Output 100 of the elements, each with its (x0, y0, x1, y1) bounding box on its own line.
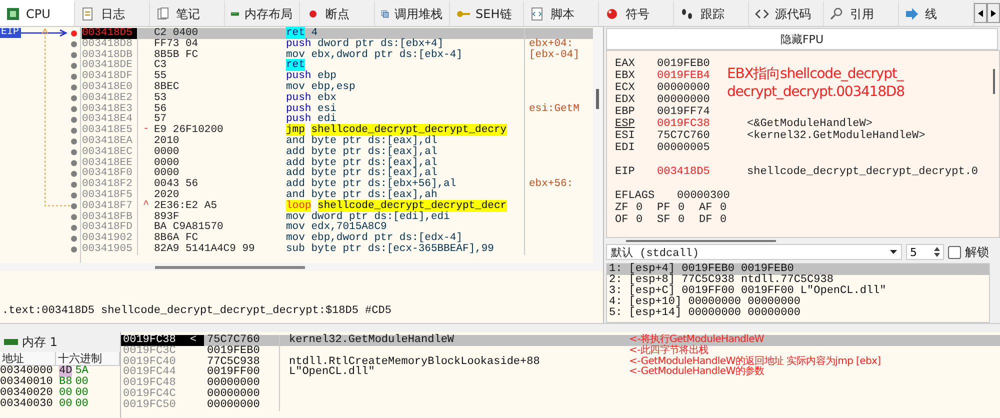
argument-row[interactable]: 2: [esp+8] 77C5C938 ntdll.77C5C938 (607, 275, 989, 286)
disassembly-row[interactable]: 003418E4 57 push edi (81, 114, 593, 126)
register-value[interactable]: 75C7C760 (657, 130, 717, 142)
disassembly-row[interactable]: 003418FB 893F mov dword ptr ds:[edi],edi (81, 212, 593, 222)
stack-row[interactable]: 0019FC48 00000000 (121, 378, 1000, 389)
scrollbar-thumb[interactable] (596, 89, 599, 109)
breakpoint-dot[interactable] (71, 160, 77, 166)
disassembly-row[interactable]: 003418F5 2020 and byte ptr ds:[eax],ah (81, 190, 593, 201)
hide-fpu-button[interactable]: 隐藏FPU (606, 28, 998, 50)
disassembly-row[interactable]: 003418DF 55 push ebp (81, 71, 593, 82)
breakpoint-dot[interactable] (71, 116, 77, 123)
calling-convention-select[interactable]: 默认 (stdcall) (606, 244, 902, 260)
flag-value[interactable]: 0 (720, 214, 741, 226)
stack-row[interactable]: 0019FC3C 0019FEB0 <-此四字节将出栈 (121, 346, 1000, 357)
bytes-text: 2010 (154, 136, 180, 147)
disassembly-row[interactable]: 003418E5 - E9 26F10200 jmp shellcode_decrypt_decrypt_decry (81, 125, 593, 136)
breakpoint-dot[interactable] (71, 236, 77, 242)
tab[interactable]: 断点 (300, 0, 375, 26)
disassembly-row[interactable]: 003418EC 0000 add byte ptr ds:[eax],al (81, 146, 593, 158)
flag-value[interactable]: 0 (678, 202, 699, 214)
register-value[interactable]: 00000005 (657, 142, 717, 154)
argument-count-field[interactable]: 5 (906, 244, 944, 260)
breakpoint-dot[interactable] (71, 41, 77, 48)
register-name: EBP (615, 106, 636, 118)
disassembly-row[interactable]: 003418E3 56 push esi esi:GetM (81, 104, 593, 114)
breakpoint-dot[interactable] (71, 30, 77, 36)
scrollbar-thumb[interactable] (155, 266, 305, 268)
breakpoint-dot[interactable] (71, 74, 77, 80)
disassembly-row[interactable]: 003418D5 C2 0400 ret 4 (81, 28, 593, 39)
disassembly-row[interactable]: 003418F7 ^ 2E36:E2 A5 loop shellcode_decrypt_decrypt_decr (81, 200, 593, 212)
breakpoint-dot[interactable] (71, 170, 77, 177)
disassembly-row[interactable]: 003418DE C3 ret (81, 60, 593, 72)
address-text: 003418E2 (82, 92, 134, 104)
breakpoint-dot[interactable] (71, 214, 77, 220)
tab[interactable]: 调用堆栈 (374, 0, 450, 26)
breakpoint-dot[interactable] (71, 192, 77, 198)
address-text: 00341902 (82, 233, 134, 244)
breakpoint-dot[interactable] (71, 203, 77, 210)
stack-row[interactable]: 0019FC50 00000000 (121, 400, 1000, 411)
disassembly-row[interactable]: 00341902 8B6A FC mov ebp,dword ptr ds:[edx-4] (81, 233, 593, 244)
stack-row[interactable]: 0019FC44 0019FF00 L"OpenCL.dll" <-GetModuleHandleW的参数 (121, 367, 1000, 378)
stack-address: 0019FC38 (121, 335, 190, 346)
argument-row[interactable]: 4: [esp+10] 00000000 00000000 (607, 297, 989, 308)
disassembly-row[interactable]: 003418E0 8BEC mov ebp,esp (81, 82, 593, 93)
scroll-left-button[interactable] (974, 3, 987, 23)
hex-byte: B8 (59, 377, 72, 388)
register-value[interactable]: 0019FF74 (657, 106, 717, 118)
scrollbar-thumb[interactable] (993, 69, 995, 94)
breakpoint-dot[interactable] (71, 149, 77, 156)
register-value[interactable]: 00000000 (657, 82, 717, 94)
disassembly-row[interactable]: 003418EA 2010 and byte ptr ds:[eax],dl (81, 136, 593, 147)
argument-row[interactable]: 3: [esp+C] 0019FF00 0019FF00 L"OpenCL.dll" (607, 286, 989, 297)
disassembly-row[interactable]: 003418D8 FF73 04 push dword ptr ds:[ebx+4] ebx+04: (81, 38, 593, 50)
register-value[interactable]: 0019FC38 (657, 118, 717, 130)
comment-text: ebx+04: (529, 38, 574, 50)
disassembly-row[interactable]: 00341905 82A9 5141A4C9 99 sub byte ptr ds:[ecx-365BBEAF],99 (81, 244, 593, 255)
scroll-right-button[interactable] (987, 3, 1000, 23)
scrollbar-thumb[interactable] (626, 240, 776, 242)
register-value[interactable]: 00000000 (657, 94, 717, 106)
breakpoint-dot[interactable] (71, 128, 77, 134)
stack-row[interactable]: 0019FC40 77C5C938 ntdll.RtlCreateMemoryBlockLookaside+88 <-GetModuleHandleW的返回地址 实际内容为jmp [ebx] (121, 356, 1000, 368)
instruction-text: and byte ptr ds:[eax],ah (285, 190, 438, 201)
breakpoint-dot[interactable] (71, 246, 77, 252)
flag-value[interactable]: 0 (636, 214, 657, 226)
disassembly-row[interactable]: 003418DB 8B5B FC mov ebx,dword ptr ds:[ebx-4] [ebx-04] (81, 50, 593, 60)
flag-value[interactable]: 0 (720, 202, 741, 214)
breakpoint-dot[interactable] (71, 224, 77, 231)
register-value[interactable]: 003418D5 (657, 166, 717, 178)
memory-tab[interactable]: 内存 1 (4, 334, 120, 350)
breakpoint-dot[interactable] (71, 106, 77, 112)
disassembly-row[interactable]: 003418E2 53 push ebx (81, 92, 593, 104)
register-value[interactable]: 00000300 (677, 190, 737, 202)
address-text: 00341905 (82, 244, 134, 255)
address-text: 003418E3 (82, 104, 134, 114)
column-header[interactable]: 地址 (0, 352, 56, 365)
flag-name: OF (615, 214, 630, 226)
stack-row[interactable]: 0019FC38 < 75C7C760 kernel32.GetModuleHandleW <-将执行GetModuleHandleW (121, 335, 1000, 346)
column-header[interactable]: 十六进制 (56, 352, 120, 365)
flag-value[interactable]: 0 (678, 214, 699, 226)
register-value[interactable]: 0019FEB0 (657, 58, 717, 70)
instruction-text: push esi (285, 104, 338, 114)
disassembly-row[interactable]: 003418F0 0000 add byte ptr ds:[eax],al (81, 168, 593, 180)
argument-row[interactable]: 1: [esp+4] 0019FEB0 0019FEB0 (607, 264, 989, 275)
breakpoint-dot[interactable] (71, 95, 77, 102)
breakpoint-dot[interactable] (71, 62, 77, 69)
disassembly-row[interactable]: 003418FD BA C9A81570 mov edx,7015A8C9 (81, 222, 593, 234)
breakpoint-dot[interactable] (71, 182, 77, 188)
tab[interactable]: SEH链 (450, 0, 524, 26)
flag-value[interactable]: 0 (636, 202, 657, 214)
stack-row[interactable]: 0019FC4C 00000000 (121, 388, 1000, 400)
disassembly-row[interactable]: 003418EE 0000 add byte ptr ds:[eax],al (81, 158, 593, 168)
breakpoint-dot[interactable] (71, 52, 77, 58)
register-value[interactable]: 0019FEB4 (657, 70, 717, 82)
tab[interactable]: CPU (0, 0, 75, 26)
unlock-checkbox[interactable] (948, 246, 961, 258)
breakpoint-dot[interactable] (71, 138, 77, 144)
disassembly-row[interactable]: 003418F2 0043 56 add byte ptr ds:[ebx+56],al ebx+56: (81, 179, 593, 190)
breakpoint-dot[interactable] (71, 84, 77, 90)
instruction-text: mov ebx,dword ptr ds:[ebx-4] (285, 50, 464, 60)
argument-row[interactable]: 5: [esp+14] 00000000 00000000 (607, 308, 989, 319)
